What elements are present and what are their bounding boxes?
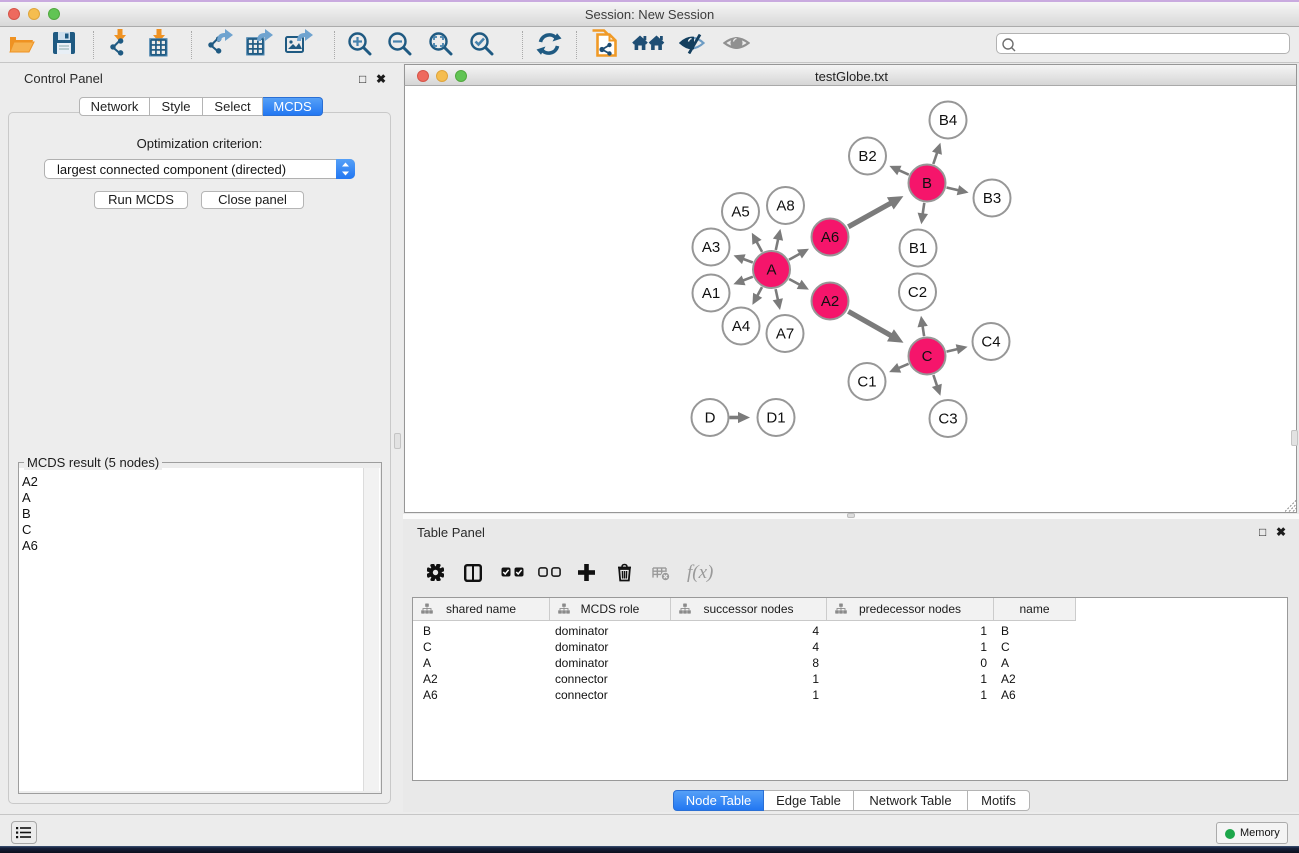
svg-text:A: A bbox=[766, 262, 776, 279]
svg-text:A5: A5 bbox=[731, 204, 749, 221]
svg-text:C4: C4 bbox=[981, 334, 1000, 351]
svg-text:B2: B2 bbox=[858, 148, 876, 165]
svg-text:A2: A2 bbox=[821, 293, 839, 310]
svg-text:A1: A1 bbox=[702, 285, 720, 302]
svg-text:C1: C1 bbox=[857, 374, 876, 391]
svg-text:A8: A8 bbox=[776, 198, 794, 215]
svg-text:A7: A7 bbox=[776, 326, 794, 343]
svg-text:B1: B1 bbox=[909, 240, 927, 257]
svg-text:B3: B3 bbox=[983, 190, 1001, 207]
svg-text:A3: A3 bbox=[702, 239, 720, 256]
svg-text:A6: A6 bbox=[821, 229, 839, 246]
svg-text:A4: A4 bbox=[732, 318, 750, 335]
svg-text:D1: D1 bbox=[766, 410, 785, 427]
svg-text:C2: C2 bbox=[908, 284, 927, 301]
svg-text:D: D bbox=[705, 410, 716, 427]
svg-text:B4: B4 bbox=[939, 112, 957, 129]
svg-text:C3: C3 bbox=[938, 411, 957, 428]
svg-text:B: B bbox=[922, 175, 932, 192]
svg-text:C: C bbox=[922, 348, 933, 365]
